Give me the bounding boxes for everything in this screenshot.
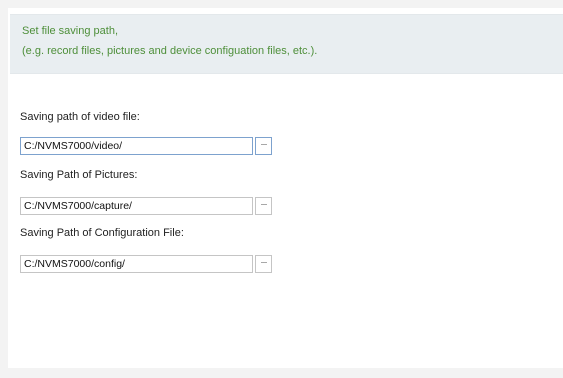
config-path-browse-button[interactable]: ··· (255, 255, 272, 273)
config-path-input[interactable] (20, 255, 253, 273)
info-line-2: (e.g. record files, pictures and device … (22, 45, 318, 57)
video-path-label: Saving path of video file: (20, 111, 140, 123)
saving-path-panel: Set file saving path, (e.g. record files… (8, 8, 563, 368)
config-path-label: Saving Path of Configuration File: (20, 227, 184, 239)
pictures-path-input[interactable] (20, 197, 253, 215)
pictures-path-browse-button[interactable]: ··· (255, 197, 272, 215)
video-path-browse-button[interactable]: ··· (255, 137, 272, 155)
pictures-path-label: Saving Path of Pictures: (20, 169, 138, 181)
info-line-1: Set file saving path, (22, 25, 119, 37)
info-box: Set file saving path, (e.g. record files… (10, 14, 563, 74)
video-path-input[interactable] (20, 137, 253, 155)
